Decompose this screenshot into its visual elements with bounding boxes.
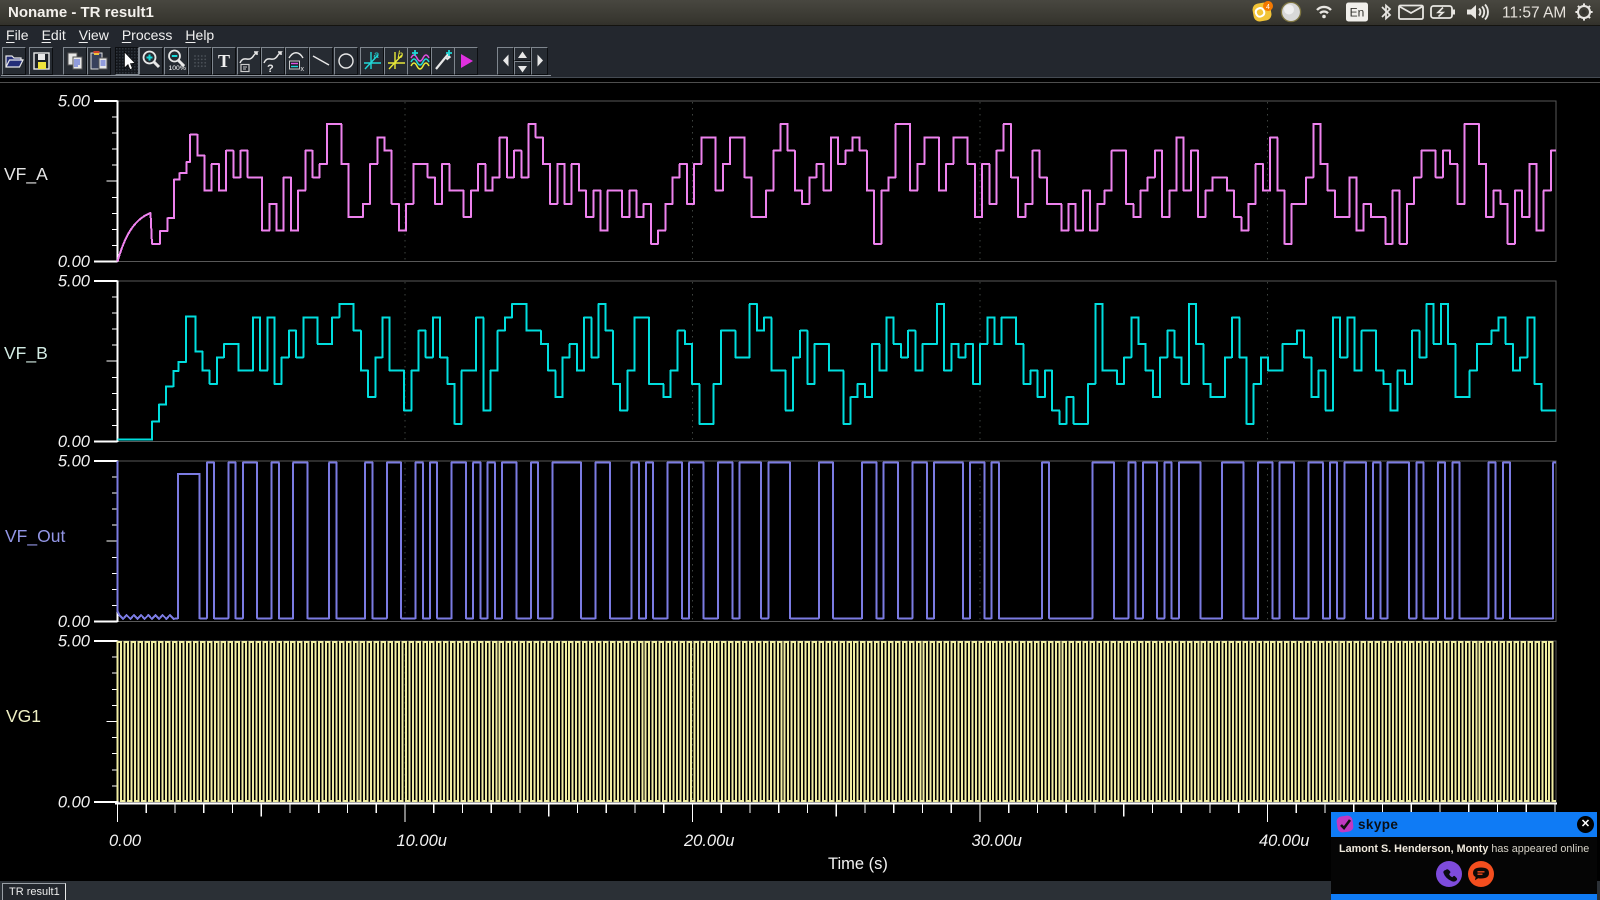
svg-text:5.00: 5.00 [58,633,91,651]
svg-text:0.00: 0.00 [58,613,91,631]
svg-text:10.00u: 10.00u [397,832,447,850]
svg-text:0.00: 0.00 [58,433,91,451]
svg-text:20.00u: 20.00u [683,832,734,850]
svg-text:VF_Out: VF_Out [5,526,65,547]
svg-text:30.00u: 30.00u [972,832,1022,850]
svg-text:Time (s): Time (s) [828,855,888,873]
svg-text:5.00: 5.00 [58,273,91,291]
svg-text:VF_A: VF_A [4,164,48,185]
svg-text:VF_B: VF_B [4,343,48,364]
svg-text:0.00: 0.00 [58,794,91,812]
svg-text:5.00: 5.00 [58,453,91,471]
svg-text:0.00: 0.00 [58,253,91,271]
svg-text:5.00: 5.00 [58,93,91,111]
svg-text:40.00u: 40.00u [1259,832,1309,850]
svg-text:0.00: 0.00 [109,832,142,850]
svg-text:VG1: VG1 [6,706,41,726]
